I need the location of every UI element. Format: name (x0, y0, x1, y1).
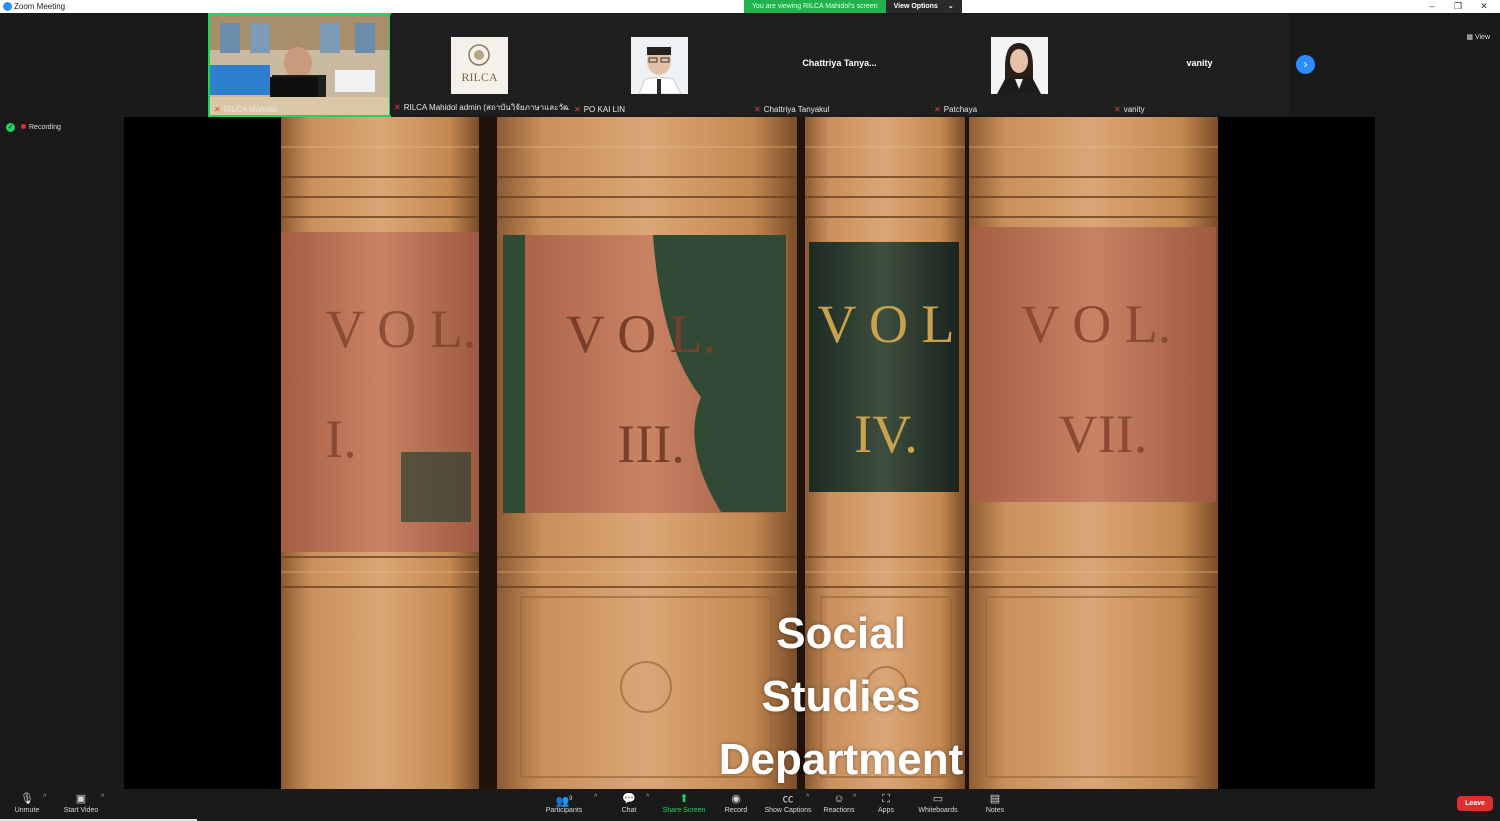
record-dot-icon (21, 124, 26, 129)
mic-muted-icon: ✕ (394, 103, 401, 112)
participant-display-name: Chattriya Tanya... (802, 58, 877, 68)
participant-tile-vanity[interactable]: vanity ✕ vanity (1110, 15, 1289, 115)
next-page-arrow-icon[interactable]: › (1296, 55, 1315, 74)
volume-number: IV. (854, 404, 918, 464)
window-title: Zoom Meeting (14, 2, 66, 11)
participant-name: ✕ RILCA Mahidol (214, 105, 278, 114)
participant-video (210, 15, 389, 115)
video-options-caret-icon[interactable]: ^ (101, 794, 104, 801)
mic-muted-icon: ✕ (214, 105, 221, 114)
participant-tile-rilca-mahidol[interactable]: ✕ RILCA Mahidol (208, 13, 391, 117)
view-options-label: View Options (893, 3, 938, 10)
view-options-button[interactable]: View Options ⌄ (885, 0, 962, 13)
volume-number: VII. (1059, 404, 1147, 464)
participant-tile-chattriya[interactable]: Chattriya Tanya... ✕ Chattriya Tanyakul (750, 15, 929, 115)
whiteboard-icon: ▭ (932, 793, 944, 805)
shield-check-icon: ✓ (6, 123, 15, 132)
participant-gallery: ✕ RILCA Mahidol RILCA ✕ RILCA Mahidol admi… (0, 13, 1500, 117)
grid-icon: ▦ (1466, 34, 1475, 41)
share-banner: You are viewing RILCA Mahidol's screen V… (744, 0, 962, 13)
volume-number: I. (325, 409, 356, 469)
chat-icon: 💬 (622, 793, 636, 805)
participant-name: ✕ Patchaya (934, 105, 978, 114)
share-screen-button[interactable]: ⬆ Share Screen (654, 791, 714, 814)
recording-label: Recording (29, 124, 61, 131)
mic-off-icon: 🎙 (20, 793, 34, 805)
mic-muted-icon: ✕ (934, 105, 941, 114)
volume-label: V O L. (326, 299, 477, 359)
rilca-logo: RILCA (451, 37, 508, 94)
participant-display-name: vanity (1186, 58, 1213, 68)
view-button[interactable]: ▦ View (1466, 33, 1490, 41)
participant-name: ✕ PO KAI LIN (574, 105, 626, 114)
audio-options-caret-icon[interactable]: ^ (43, 794, 46, 801)
share-screen-icon: ⬆ (679, 793, 689, 805)
leave-button[interactable]: Leave (1457, 796, 1493, 811)
mic-muted-icon: ✕ (1114, 105, 1121, 114)
participants-button[interactable]: 👥9 Participants (534, 791, 594, 814)
record-icon: ◉ (731, 793, 741, 805)
chat-caret-icon[interactable]: ^ (646, 794, 649, 801)
apps-icon: ⛶ (882, 793, 890, 805)
volume-label: V O L. (566, 304, 717, 364)
participant-name: ✕ Chattriya Tanyakul (754, 105, 830, 114)
unmute-button[interactable]: 🎙 Unmute (0, 791, 57, 814)
participant-tile-po-kai-lin[interactable]: ✕ PO KAI LIN (570, 15, 749, 115)
mic-muted-icon: ✕ (754, 105, 761, 114)
notes-icon: ▤ (989, 793, 1001, 805)
slide-title-line-1: Social Studies (761, 609, 921, 721)
whiteboards-button[interactable]: ▭ Whiteboards (908, 791, 968, 814)
participants-caret-icon[interactable]: ^ (594, 794, 597, 801)
volume-label: V O L. (1021, 294, 1172, 354)
chevron-down-icon: ⌄ (947, 3, 954, 10)
apps-button[interactable]: ⛶ Apps (856, 791, 916, 814)
slide-title: Social Studies Department (694, 602, 988, 791)
participants-count: 9 (569, 796, 573, 802)
minimize-button[interactable]: – (1420, 0, 1444, 13)
shared-screen: V O L. I. V O L. III. V O L IV. V O L. V… (124, 117, 1375, 789)
participant-photo (991, 37, 1048, 94)
recording-indicator: ✓ Recording (6, 123, 61, 132)
record-button[interactable]: ◉ Record (706, 791, 766, 814)
restore-button[interactable]: ❐ (1446, 0, 1470, 13)
zoom-app-icon (3, 2, 12, 11)
volume-label: V O L (817, 294, 954, 354)
meeting-toolbar: 🎙 Unmute ^ ▣ Start Video ^ 👥9 Participan… (0, 789, 1500, 821)
notes-button[interactable]: ▤ Notes (965, 791, 1025, 814)
slide-title-line-2: Department (718, 735, 964, 784)
participants-icon: 👥 (555, 795, 570, 808)
close-button[interactable]: ✕ (1472, 0, 1496, 13)
chat-button[interactable]: 💬 Chat (599, 791, 659, 814)
participant-tile-patchaya[interactable]: ✕ Patchaya (930, 15, 1109, 115)
participant-tile-rilca-admin[interactable]: RILCA ✕ RILCA Mahidol admin (สถาบันวิจัยภ… (390, 15, 569, 115)
participant-name: ✕ vanity (1114, 105, 1145, 114)
participant-photo (631, 37, 688, 94)
volume-number: III. (617, 414, 684, 474)
rilca-seal-icon (468, 44, 490, 66)
participant-name: ✕ RILCA Mahidol admin (สถาบันวิจัยภาษาและ… (394, 103, 569, 112)
viewing-screen-label: You are viewing RILCA Mahidol's screen (744, 0, 886, 13)
mic-muted-icon: ✕ (574, 105, 581, 114)
